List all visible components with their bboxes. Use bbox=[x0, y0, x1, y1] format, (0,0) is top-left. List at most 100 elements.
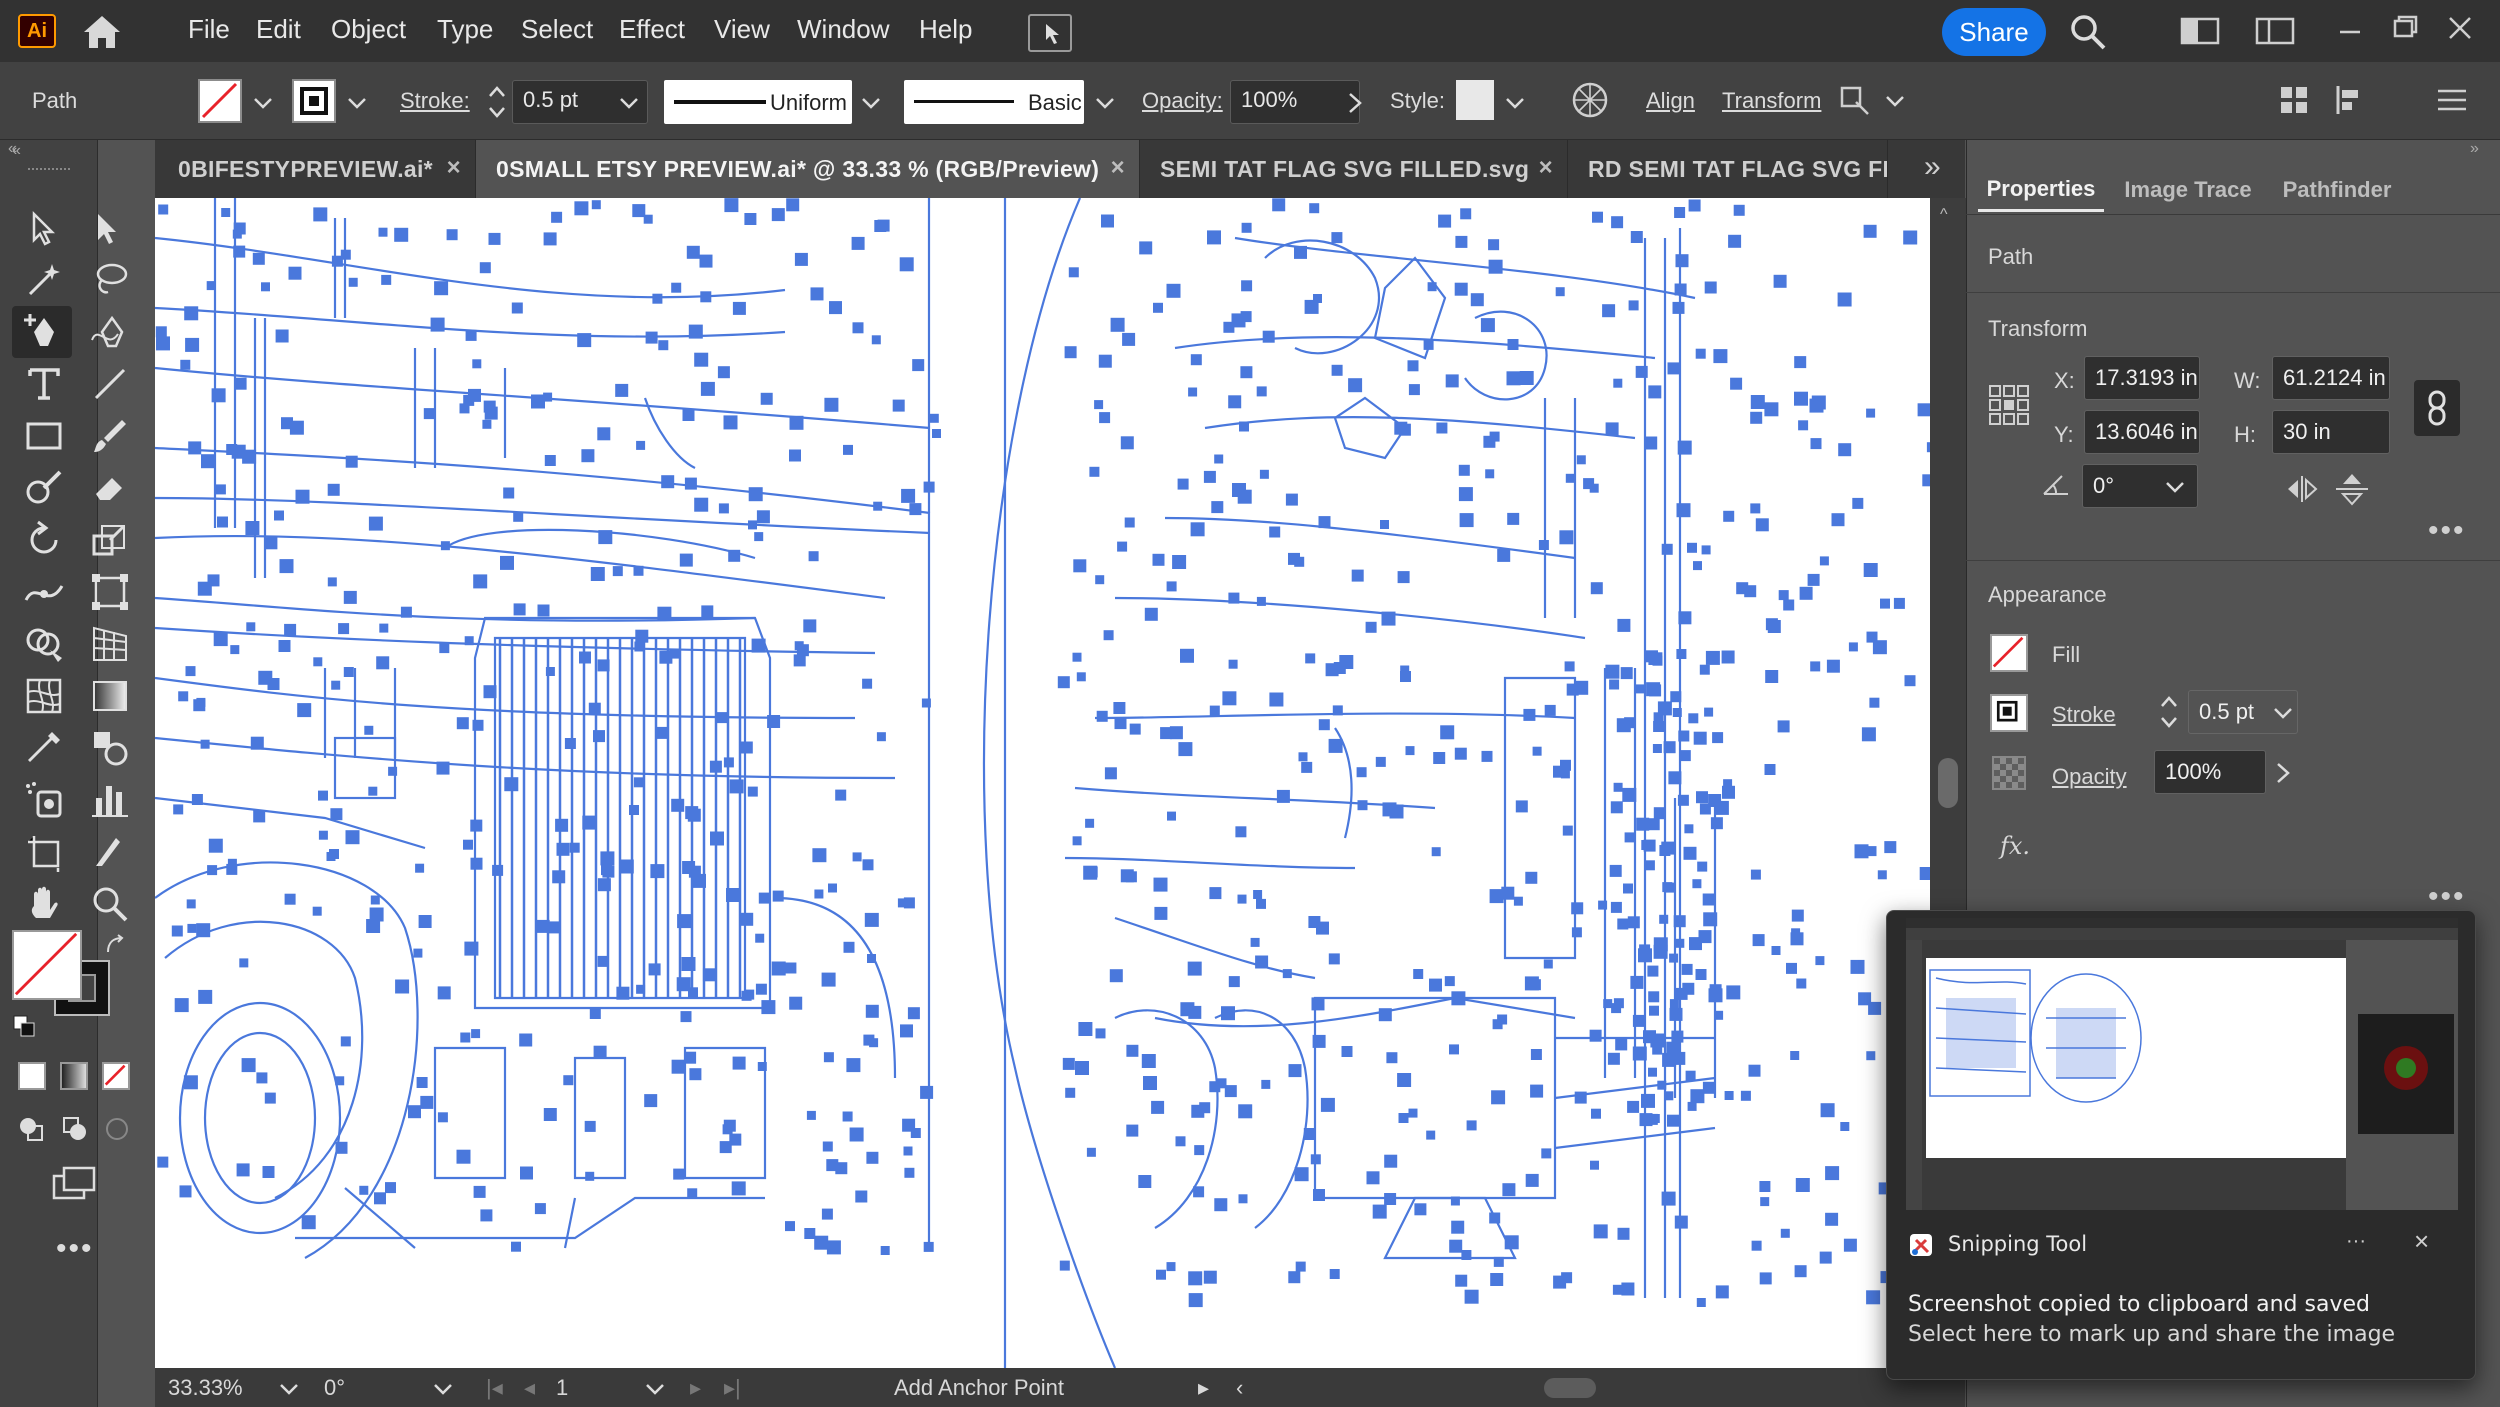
tab-document-2[interactable]: 0SMALL ETSY PREVIEW.ai* @ 33.33 % (RGB/P… bbox=[476, 140, 1140, 198]
eraser-tool-icon[interactable] bbox=[88, 466, 132, 510]
gradient-tool-icon[interactable] bbox=[88, 674, 132, 718]
more-options-icon[interactable]: ••• bbox=[2428, 880, 2466, 914]
align-distribute-icon[interactable] bbox=[2334, 84, 2366, 116]
minimize-icon[interactable] bbox=[2330, 10, 2370, 50]
transform-link[interactable]: Transform bbox=[1722, 88, 1821, 114]
none-mode-icon[interactable] bbox=[102, 1062, 130, 1090]
arrange-icon[interactable] bbox=[2278, 84, 2310, 116]
share-button[interactable]: Share bbox=[1942, 8, 2046, 56]
notification-more-icon[interactable]: ··· bbox=[2346, 1230, 2366, 1253]
chevron-down-icon[interactable] bbox=[1504, 96, 1526, 110]
fill-swatch[interactable] bbox=[198, 79, 242, 123]
menu-window[interactable]: Window bbox=[797, 14, 889, 45]
rectangle-tool-icon[interactable] bbox=[22, 414, 66, 458]
eyedropper-tool-icon[interactable] bbox=[22, 726, 66, 770]
fill-color-swatch[interactable] bbox=[12, 930, 82, 1000]
menu-list-icon[interactable] bbox=[2436, 86, 2468, 114]
rotate-tool-icon[interactable] bbox=[22, 518, 66, 562]
close-tab-icon[interactable]: × bbox=[1539, 154, 1553, 182]
horizontal-scroll-thumb[interactable] bbox=[1544, 1378, 1596, 1398]
scroll-thumb[interactable] bbox=[1938, 758, 1958, 808]
width-field[interactable]: 61.2124 in bbox=[2272, 356, 2390, 400]
chevron-down-icon[interactable] bbox=[252, 96, 274, 110]
close-window-icon[interactable] bbox=[2440, 8, 2480, 48]
column-graph-tool-icon[interactable] bbox=[88, 778, 132, 822]
menu-effect[interactable]: Effect bbox=[619, 14, 685, 45]
brush-definition[interactable]: Basic bbox=[904, 80, 1084, 124]
tools-grip[interactable] bbox=[28, 168, 70, 176]
stroke-stepper-icon[interactable] bbox=[2158, 690, 2180, 734]
type-tool-icon[interactable] bbox=[22, 362, 66, 406]
close-tab-icon[interactable]: × bbox=[1111, 154, 1125, 182]
draw-behind-icon[interactable] bbox=[60, 1114, 90, 1144]
line-segment-tool-icon[interactable] bbox=[88, 362, 132, 406]
chevron-down-icon[interactable] bbox=[1884, 94, 1906, 108]
menu-select[interactable]: Select bbox=[521, 14, 593, 45]
chevron-down-icon[interactable] bbox=[860, 96, 882, 110]
selection-tool-icon[interactable] bbox=[22, 206, 66, 250]
chevron-right-icon[interactable] bbox=[1340, 88, 1370, 118]
arrange-documents-icon[interactable] bbox=[1028, 14, 1072, 52]
tab-pathfinder[interactable]: Pathfinder bbox=[2272, 168, 2402, 212]
align-link[interactable]: Align bbox=[1646, 88, 1695, 114]
graphic-style-swatch[interactable] bbox=[1456, 80, 1494, 120]
chevron-down-icon[interactable] bbox=[2272, 706, 2294, 720]
menu-help[interactable]: Help bbox=[919, 14, 972, 45]
reference-point-icon[interactable] bbox=[1988, 384, 2030, 426]
chevron-down-icon[interactable] bbox=[618, 96, 640, 110]
gradient-mode-icon[interactable] bbox=[60, 1062, 88, 1090]
chevron-down-icon[interactable] bbox=[278, 1382, 300, 1396]
screenshot-thumbnail[interactable] bbox=[1906, 918, 2458, 1210]
opacity-label[interactable]: Opacity: bbox=[1142, 88, 1223, 114]
artboard-tool-icon[interactable] bbox=[22, 830, 66, 874]
effects-fx-icon[interactable]: fx. bbox=[2000, 832, 2030, 860]
play-icon[interactable]: ▸ bbox=[1198, 1375, 1209, 1401]
tab-document-3[interactable]: SEMI TAT FLAG SVG FILLED.svg × bbox=[1140, 140, 1568, 198]
variable-width-profile[interactable]: Uniform bbox=[664, 80, 852, 124]
screen-mode-icon[interactable] bbox=[50, 1166, 100, 1202]
draw-inside-icon[interactable] bbox=[102, 1114, 132, 1144]
collapse-right-icon[interactable]: » bbox=[2470, 140, 2479, 158]
menu-type[interactable]: Type bbox=[437, 14, 493, 45]
puppet-warp-icon[interactable] bbox=[1836, 82, 1872, 118]
restore-icon[interactable] bbox=[2385, 8, 2425, 48]
blend-tool-icon[interactable] bbox=[88, 726, 132, 770]
paintbrush-tool-icon[interactable] bbox=[88, 414, 132, 458]
tab-document-1[interactable]: 0BIFESTYPREVIEW.ai* × bbox=[158, 140, 476, 198]
fill-label[interactable]: Fill bbox=[2052, 642, 2080, 668]
workspace-layout-icon[interactable] bbox=[2180, 16, 2220, 46]
shape-builder-tool-icon[interactable] bbox=[22, 622, 66, 666]
tab-image-trace[interactable]: Image Trace bbox=[2118, 168, 2258, 212]
next-artboard-icon[interactable]: ▸ bbox=[690, 1375, 701, 1401]
menu-file[interactable]: File bbox=[188, 14, 230, 45]
shaper-tool-icon[interactable] bbox=[22, 466, 66, 510]
lasso-tool-icon[interactable] bbox=[88, 258, 132, 302]
color-mode-icon[interactable] bbox=[18, 1062, 46, 1090]
swap-colors-icon[interactable] bbox=[104, 934, 128, 958]
zoom-level[interactable]: 33.33% bbox=[168, 1375, 243, 1401]
slice-tool-icon[interactable] bbox=[88, 830, 132, 874]
stroke-label[interactable]: Stroke bbox=[2052, 702, 2116, 728]
opacity-label[interactable]: Opacity bbox=[2052, 764, 2127, 790]
add-anchor-point-tool-icon[interactable] bbox=[22, 310, 66, 354]
artboard-number[interactable]: 1 bbox=[556, 1375, 568, 1401]
menu-view[interactable]: View bbox=[714, 14, 770, 45]
scale-tool-icon[interactable] bbox=[88, 518, 132, 562]
collapse-left-icon[interactable]: « bbox=[8, 140, 17, 158]
stroke-swatch-icon[interactable] bbox=[1990, 694, 2028, 732]
flip-vertical-icon[interactable] bbox=[2334, 472, 2370, 506]
magic-wand-tool-icon[interactable] bbox=[22, 258, 66, 302]
flip-horizontal-icon[interactable] bbox=[2284, 474, 2320, 504]
chevron-right-icon[interactable] bbox=[2268, 758, 2298, 788]
chevron-down-icon[interactable] bbox=[2164, 480, 2186, 494]
edit-toolbar-icon[interactable]: ••• bbox=[56, 1232, 94, 1266]
x-position-field[interactable]: 17.3193 in bbox=[2084, 356, 2200, 400]
curvature-tool-icon[interactable] bbox=[88, 310, 132, 354]
recolor-artwork-icon[interactable] bbox=[1570, 80, 1610, 120]
draw-normal-icon[interactable] bbox=[16, 1114, 46, 1144]
width-tool-icon[interactable] bbox=[22, 570, 66, 614]
rotation-value[interactable]: 0° bbox=[324, 1375, 345, 1401]
stroke-label[interactable]: Stroke: bbox=[400, 88, 470, 114]
more-tabs-icon[interactable]: » bbox=[1924, 150, 1941, 184]
more-options-icon[interactable]: ••• bbox=[2428, 514, 2466, 548]
